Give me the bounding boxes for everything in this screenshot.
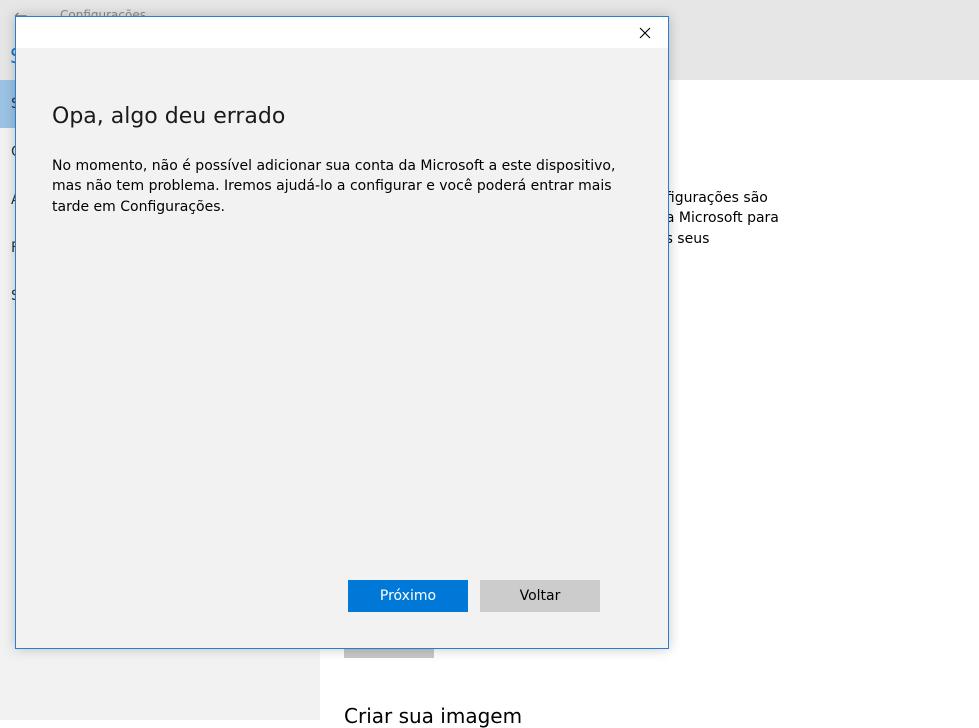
close-button[interactable]: [622, 17, 668, 48]
dialog-message-line: No momento, não é possível adicionar sua…: [52, 158, 616, 174]
background-subheading: Criar sua imagem: [344, 704, 523, 728]
dialog-message: No momento, não é possível adicionar sua…: [52, 156, 616, 217]
error-dialog: Opa, algo deu errado No momento, não é p…: [15, 16, 669, 649]
background-description-line: nfigurações são: [657, 190, 768, 206]
dialog-message-line: tarde em Configurações.: [52, 198, 225, 215]
next-button[interactable]: Próximo: [348, 580, 468, 612]
close-icon: [639, 27, 651, 38]
dialog-message-line: mas não tem problema. Iremos ajudá-lo a …: [52, 178, 612, 195]
background-description-line: da Microsoft para: [657, 210, 779, 227]
background-description-line: os seus: [657, 230, 710, 247]
background-description: nfigurações são da Microsoft para os seu…: [657, 188, 977, 249]
dialog-titlebar: [16, 17, 668, 48]
back-button[interactable]: Voltar: [480, 580, 600, 612]
dialog-heading: Opa, algo deu errado: [52, 104, 286, 129]
